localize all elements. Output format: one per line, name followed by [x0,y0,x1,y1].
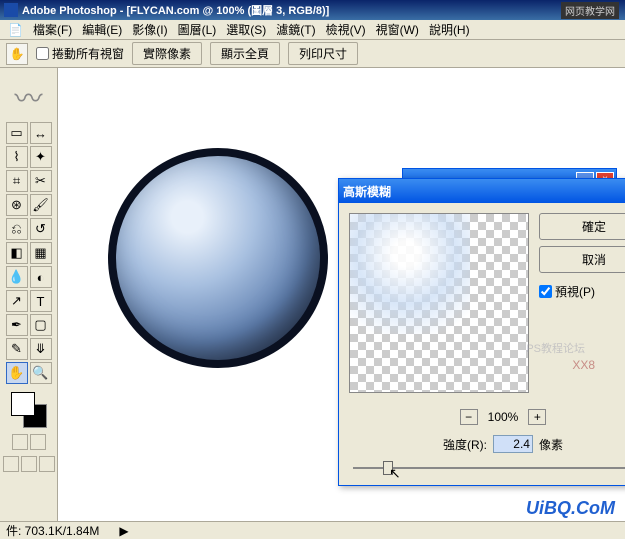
tool-dodge[interactable]: ◐ [30,266,52,288]
menu-file[interactable]: 檔案(F) [29,19,76,40]
radius-slider[interactable]: ↖ [353,461,625,475]
artwork-sphere [108,148,328,368]
cancel-button[interactable]: 取消 [539,246,625,273]
preview-label: 預視(P) [555,283,595,300]
preview-checkbox[interactable]: 預視(P) [539,283,625,300]
tool-heal[interactable]: ⊛ [6,194,28,216]
tool-eyedrop[interactable]: ⤋ [30,338,52,360]
dialog-body: 確定 取消 預視(P) [339,203,625,403]
scroll-all-input[interactable] [36,47,49,60]
print-size-button[interactable]: 列印尺寸 [288,42,358,65]
dialog-title: 高斯模糊 [343,183,391,200]
slider-thumb[interactable] [383,461,393,475]
dialog-preview[interactable] [349,213,529,393]
zoom-in-button[interactable]: + [528,409,546,425]
preview-checkbox-input[interactable] [539,285,552,298]
radius-row: 強度(R): 像素 [339,431,625,457]
tool-type[interactable]: T [30,290,52,312]
menu-select[interactable]: 選取(S) [222,19,270,40]
tool-pen[interactable]: ✒ [6,314,28,336]
menu-filter[interactable]: 濾鏡(T) [272,19,319,40]
current-tool-icon[interactable]: ✋ [6,43,28,65]
tool-path[interactable]: ↗ [6,290,28,312]
actual-pixels-button[interactable]: 實際像素 [132,42,202,65]
tool-history[interactable]: ↺ [30,218,52,240]
tool-notes[interactable]: ✎ [6,338,28,360]
tool-grid: ▭ ↔ ⌇ ✦ ⌗ ✂ ⊛ 🖌 ⎌ ↺ ◧ ▦ 💧 ◐ ↗ T ✒ ▢ ✎ ⤋ … [6,122,52,384]
ps-logo-icon: 〰 [9,72,49,122]
screen-standard[interactable] [3,456,19,472]
status-arrow-icon[interactable]: ▶ [119,524,128,538]
watermark-top: 网页教学网 [561,2,619,19]
ok-button[interactable]: 確定 [539,213,625,240]
app-titlebar: Adobe Photoshop - [FLYCAN.com @ 100% (圖層… [0,0,625,20]
standard-mode[interactable] [12,434,28,450]
radius-input[interactable] [493,435,533,453]
radius-label: 強度(R): [443,436,487,453]
tool-gradient[interactable]: ▦ [30,242,52,264]
toolbox: 〰 ▭ ↔ ⌇ ✦ ⌗ ✂ ⊛ 🖌 ⎌ ↺ ◧ ▦ 💧 ◐ ↗ T ✒ ▢ ✎ … [0,68,58,521]
screen-full[interactable] [39,456,55,472]
menu-layer[interactable]: 圖層(L) [174,19,221,40]
doc-icon: 📄 [4,21,27,39]
menu-help[interactable]: 說明(H) [425,19,474,40]
tool-move[interactable]: ↔ [30,122,52,144]
watermark-bottom: UiBQ.CoM [526,498,615,519]
menu-image[interactable]: 影像(I) [128,19,171,40]
tool-blur[interactable]: 💧 [6,266,28,288]
fit-screen-button[interactable]: 顯示全頁 [210,42,280,65]
status-bar: 件: 703.1K/1.84M ▶ [0,521,625,539]
tool-eraser[interactable]: ◧ [6,242,28,264]
gaussian-blur-dialog: 高斯模糊 × 確定 取消 預視(P) − 100% + [338,178,625,486]
doc-size: 件: 703.1K/1.84M [6,522,99,539]
quickmask-mode[interactable] [30,434,46,450]
tool-stamp[interactable]: ⎌ [6,218,28,240]
watermark-mid: XX8 [572,358,595,372]
canvas-area[interactable]: _ × 高斯模糊 × 確定 取消 預視(P) [58,68,625,521]
screen-full-menu[interactable] [21,456,37,472]
menu-edit[interactable]: 編輯(E) [78,19,126,40]
scroll-all-label: 捲動所有視窗 [52,45,124,62]
slider-track [353,467,625,469]
watermark-mid2: PS教程论坛 [526,340,585,356]
tool-lasso[interactable]: ⌇ [6,146,28,168]
menu-view[interactable]: 檢視(V) [322,19,370,40]
zoom-out-button[interactable]: − [460,409,478,425]
foreground-color[interactable] [11,392,35,416]
tool-marquee[interactable]: ▭ [6,122,28,144]
scroll-all-checkbox[interactable]: 捲動所有視窗 [36,45,124,62]
dialog-titlebar[interactable]: 高斯模糊 × [339,179,625,203]
workspace: 〰 ▭ ↔ ⌇ ✦ ⌗ ✂ ⊛ 🖌 ⎌ ↺ ◧ ▦ 💧 ◐ ↗ T ✒ ▢ ✎ … [0,68,625,521]
app-title: Adobe Photoshop - [FLYCAN.com @ 100% (圖層… [22,2,621,18]
tool-zoom[interactable]: 🔍 [30,362,52,384]
menu-window[interactable]: 視窗(W) [372,19,423,40]
radius-unit: 像素 [539,436,563,453]
tool-crop[interactable]: ⌗ [6,170,28,192]
tool-shape[interactable]: ▢ [30,314,52,336]
zoom-value: 100% [488,410,519,424]
tool-brush[interactable]: 🖌 [30,194,52,216]
screenmode-row [3,456,55,472]
tool-slice[interactable]: ✂ [30,170,52,192]
menubar: 📄 檔案(F) 編輯(E) 影像(I) 圖層(L) 選取(S) 濾鏡(T) 檢視… [0,20,625,40]
app-icon [4,3,18,17]
zoom-controls: − 100% + [339,409,625,425]
quickmask-row [12,434,46,450]
color-swatches[interactable] [11,392,47,428]
options-bar: ✋ 捲動所有視窗 實際像素 顯示全頁 列印尺寸 [0,40,625,68]
tool-hand[interactable]: ✋ [6,362,28,384]
tool-wand[interactable]: ✦ [30,146,52,168]
